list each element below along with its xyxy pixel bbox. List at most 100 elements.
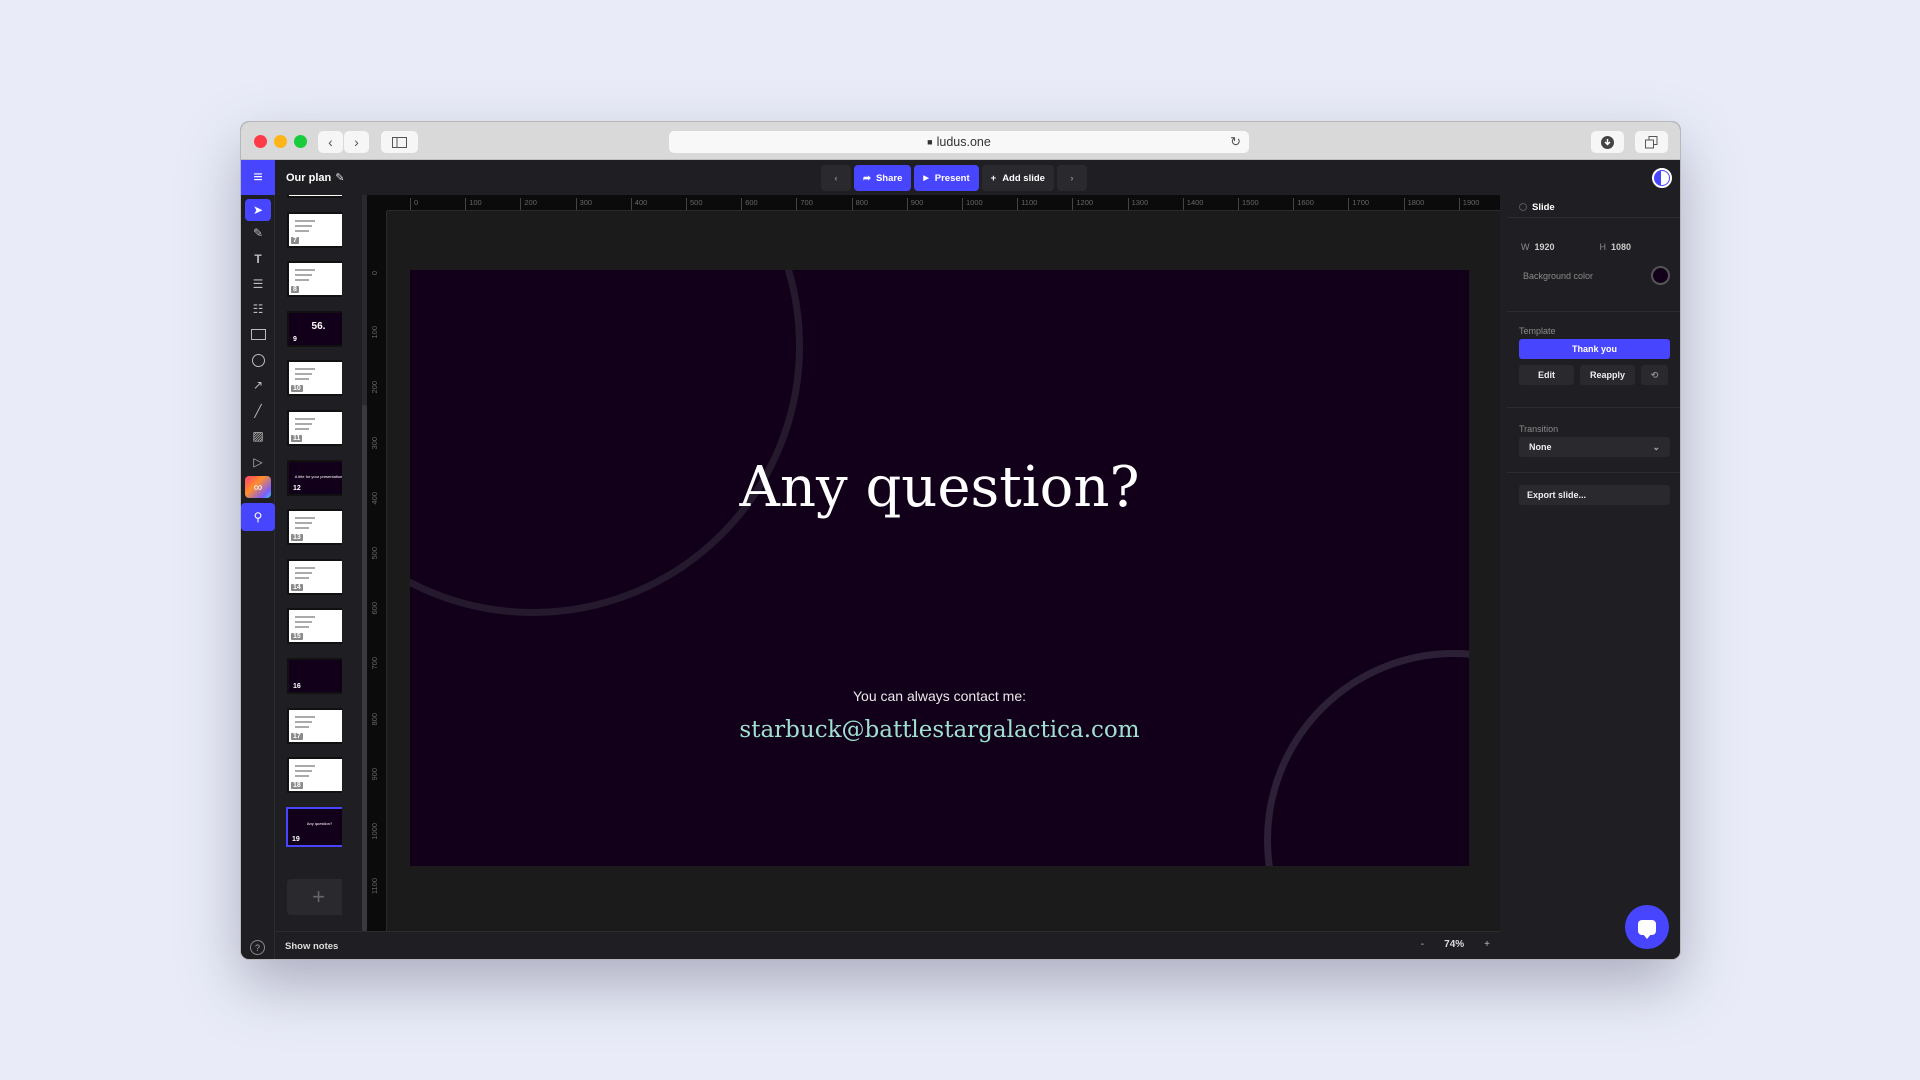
- chat-support-button[interactable]: [1625, 905, 1669, 949]
- circle-icon: [251, 353, 265, 367]
- ruler-tick: 700: [370, 657, 379, 670]
- slide-number: 8: [291, 286, 299, 294]
- zoom-control: - 74% +: [1421, 939, 1490, 950]
- main-menu-button[interactable]: ≡: [241, 160, 275, 195]
- ruler-tick: 0: [410, 198, 418, 210]
- theme-toggle-icon[interactable]: [1652, 168, 1672, 188]
- slide-number: 7: [291, 236, 299, 244]
- slide-thumbnail[interactable]: 14: [287, 558, 342, 595]
- browser-back-button[interactable]: ‹: [318, 131, 343, 153]
- present-button[interactable]: ▶ Present: [914, 165, 979, 191]
- slide-subtext[interactable]: You can always contact me:: [410, 688, 1469, 704]
- height-value[interactable]: 1080: [1611, 242, 1631, 252]
- browser-forward-button[interactable]: ›: [344, 131, 369, 153]
- slide-thumbnail[interactable]: Any question? 19: [286, 806, 342, 847]
- select-tool[interactable]: ➤: [245, 199, 271, 221]
- previous-slide-button[interactable]: ‹: [821, 165, 851, 191]
- slide-heading[interactable]: Any question?: [410, 455, 1469, 520]
- slide-thumbnail[interactable]: 10: [287, 360, 342, 397]
- decorative-ring: [1264, 650, 1469, 866]
- ruler-tick: 1400: [1182, 198, 1203, 210]
- ruler-tick: 1000: [962, 198, 983, 210]
- ruler-tick: 200: [520, 198, 537, 210]
- browser-window: ‹ › ■ ludus.one ↻ ≡ Our plan ✎ ‹ ➦ Share ▶…: [240, 121, 1681, 960]
- ruler-tick: 1200: [1072, 198, 1093, 210]
- line-tool[interactable]: ╱: [245, 400, 271, 422]
- slide-canvas[interactable]: Any question? You can always contact me:…: [410, 270, 1469, 866]
- ruler-tick: 1100: [1017, 198, 1037, 210]
- slide-thumbnail[interactable]: 11: [287, 410, 342, 446]
- next-slide-button[interactable]: ›: [1056, 165, 1087, 191]
- reload-icon[interactable]: ↻: [1230, 134, 1241, 150]
- show-notes-button[interactable]: Show notes: [285, 941, 338, 952]
- slide-thumbnail[interactable]: A title for your presentation 12: [287, 459, 342, 496]
- pencil-icon: ✎: [252, 226, 264, 240]
- hamburger-icon: ≡: [253, 168, 263, 186]
- background-color-label: Background color: [1523, 270, 1594, 281]
- edit-template-button[interactable]: Edit: [1519, 365, 1574, 385]
- ellipse-tool[interactable]: [245, 349, 271, 371]
- share-icon: ➦: [863, 172, 871, 184]
- tabs-overview-button[interactable]: [1635, 131, 1668, 153]
- close-window-button[interactable]: [254, 135, 267, 148]
- downloads-button[interactable]: [1591, 131, 1624, 153]
- slide-thumbnail[interactable]: 17: [287, 707, 342, 744]
- list-icon: ☷: [252, 302, 264, 316]
- address-bar[interactable]: ■ ludus.one ↻: [669, 131, 1249, 153]
- slide-thumbnail[interactable]: 6: [287, 195, 342, 198]
- rectangle-tool[interactable]: [245, 323, 271, 345]
- pen-tool[interactable]: ✎: [245, 222, 271, 244]
- editor-canvas: 0 100 200 300 400 500 600 700 800 900 1000 1100 1200…: [367, 195, 1500, 931]
- slide-thumbnail[interactable]: 15: [287, 608, 342, 645]
- text-icon: T: [254, 252, 262, 266]
- zoom-level[interactable]: 74%: [1444, 939, 1464, 950]
- list-tool[interactable]: ☷: [245, 298, 271, 320]
- search-tool[interactable]: ⚲: [241, 503, 275, 531]
- ruler-tick: 800: [370, 712, 379, 726]
- cursor-icon: ➤: [252, 203, 264, 217]
- share-button[interactable]: ➦ Share: [854, 165, 912, 191]
- slide-thumbnail[interactable]: 7: [287, 211, 342, 248]
- text-tool[interactable]: T: [245, 248, 271, 270]
- creative-cloud-tool[interactable]: ∞: [245, 476, 271, 498]
- slide-email[interactable]: starbuck@battlestargalactica.com: [410, 717, 1469, 743]
- add-slide-button[interactable]: + Add slide: [981, 165, 1054, 191]
- add-slide-thumbnail-button[interactable]: +: [287, 879, 342, 915]
- slide-number: 12: [293, 484, 301, 492]
- detach-template-button[interactable]: ⟲: [1641, 365, 1668, 385]
- image-tool[interactable]: ▨: [245, 425, 271, 447]
- slide-thumbnail[interactable]: 13: [287, 509, 342, 546]
- reapply-template-button[interactable]: Reapply: [1580, 365, 1635, 385]
- ruler-tick: 400: [370, 491, 379, 505]
- search-icon: ⚲: [253, 510, 263, 524]
- slide-thumbnail[interactable]: 18: [287, 757, 342, 794]
- slide-number: 16: [293, 683, 301, 690]
- background-color-swatch[interactable]: [1651, 266, 1670, 285]
- ruler-tick: 700: [796, 198, 813, 210]
- slide-number: 17: [291, 732, 303, 740]
- zoom-out-button[interactable]: -: [1421, 939, 1424, 950]
- video-tool[interactable]: ▷: [245, 451, 271, 473]
- template-button[interactable]: Thank you: [1519, 339, 1670, 359]
- help-icon[interactable]: ?: [250, 940, 265, 955]
- paragraph-tool[interactable]: ☰: [245, 273, 271, 295]
- transition-select[interactable]: None ⌄: [1519, 437, 1670, 457]
- ruler-tick: 600: [370, 602, 379, 615]
- chevron-left-icon: ‹: [328, 134, 333, 150]
- url-text: ludus.one: [936, 135, 991, 149]
- slide-thumbnail[interactable]: 16: [287, 658, 342, 694]
- arrow-tool[interactable]: ↗: [245, 374, 271, 396]
- width-value[interactable]: 1920: [1535, 242, 1595, 252]
- export-slide-button[interactable]: Export slide...: [1519, 485, 1670, 505]
- slide-thumbnail[interactable]: 56. 9: [287, 310, 342, 347]
- zoom-in-button[interactable]: +: [1484, 939, 1490, 950]
- line-icon: ╱: [254, 404, 262, 418]
- sidebar-toggle-button[interactable]: [381, 131, 418, 153]
- template-label: Template: [1519, 326, 1556, 336]
- minimize-window-button[interactable]: [274, 135, 287, 148]
- status-bar: Show notes - 74% +: [275, 931, 1500, 959]
- slide-thumbnail[interactable]: 8: [287, 261, 342, 298]
- pencil-icon[interactable]: ✎: [335, 172, 344, 184]
- maximize-window-button[interactable]: [294, 135, 307, 148]
- document-title[interactable]: Our plan ✎: [286, 171, 344, 184]
